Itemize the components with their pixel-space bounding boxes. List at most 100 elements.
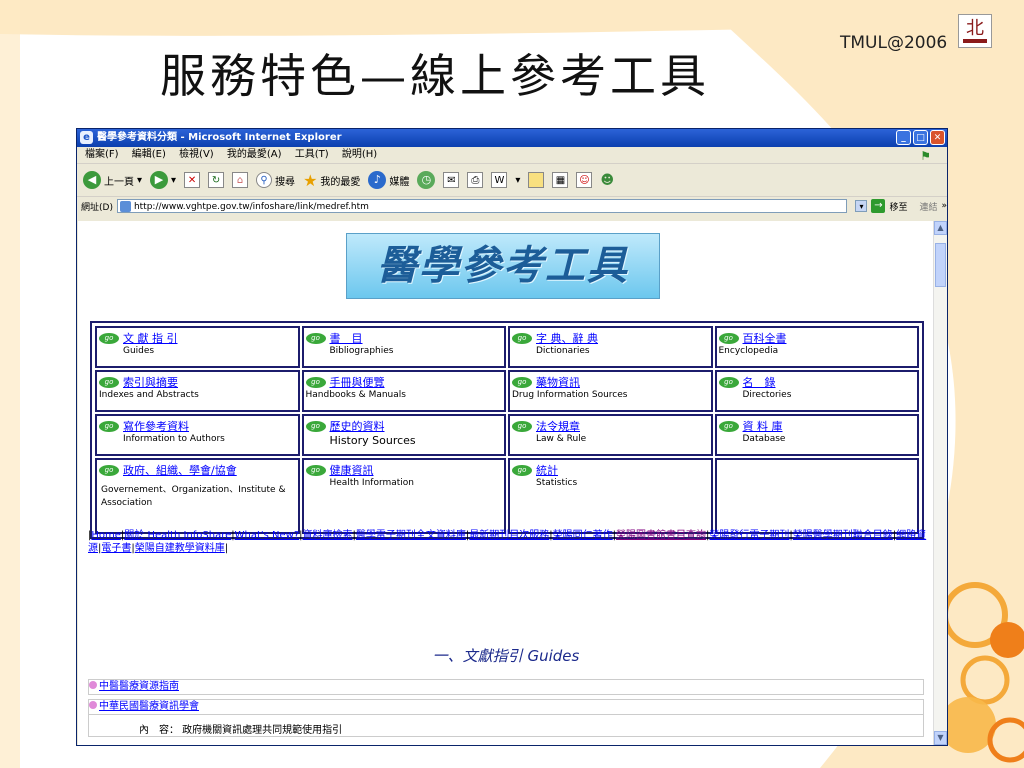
back-button[interactable]: ◀ 上一頁 ▾ <box>83 171 142 189</box>
nav-link-home[interactable]: Home <box>91 530 121 541</box>
ie-logo-icon: e <box>80 131 93 144</box>
refresh-icon[interactable]: ↻ <box>208 172 225 188</box>
category-link[interactable]: 百科全書 <box>743 330 787 346</box>
category-cell: go 書 目 Bibliographies <box>301 326 506 368</box>
title-bar: e 醫學參考資料分類 - Microsoft Internet Explorer… <box>77 129 947 147</box>
leaf-icon: go <box>718 332 739 344</box>
go-arrow-icon[interactable]: → <box>871 199 886 213</box>
scroll-up-icon[interactable]: ▲ <box>934 221 947 235</box>
category-link[interactable]: 文 獻 指 引 <box>123 330 178 346</box>
maximize-button[interactable]: □ <box>913 130 928 145</box>
toolbar-overflow-icon[interactable]: » <box>941 201 947 211</box>
mail-icon[interactable]: ✉ <box>443 172 460 188</box>
nav-link-teaching-database[interactable]: 榮陽自建教學資料庫 <box>135 543 225 554</box>
stop-icon[interactable]: ✕ <box>184 172 201 188</box>
nav-link-published-ejournals[interactable]: 榮陽發行電子期刊 <box>709 530 789 541</box>
home-icon[interactable]: ⌂ <box>232 172 249 188</box>
category-link[interactable]: 藥物資訊 <box>536 374 580 390</box>
leaf-icon: go <box>512 376 532 388</box>
leaf-icon: go <box>718 420 739 432</box>
category-cell: go 資 料 庫 Database <box>714 414 919 456</box>
category-link[interactable]: 書 目 <box>330 330 363 346</box>
bullet-icon <box>89 681 97 689</box>
go-button[interactable]: 移至 <box>889 200 907 213</box>
nav-link-library-catalog[interactable]: 榮陽圖書館書目查詢 <box>616 530 706 541</box>
library-logo-icon: 北 <box>958 14 992 48</box>
category-link[interactable]: 統計 <box>536 462 558 478</box>
category-link[interactable]: 手冊與便覽 <box>330 374 385 390</box>
address-dropdown-icon[interactable]: ▾ <box>855 200 868 212</box>
window-title: 醫學參考資料分類 - Microsoft Internet Explorer <box>97 132 342 143</box>
category-cell: go 文 獻 指 引 Guides <box>95 326 300 368</box>
menu-favorites[interactable]: 我的最愛(A) <box>227 149 282 160</box>
category-cell: go 名 錄 Directories <box>714 370 919 412</box>
search-button[interactable]: ⚲ 搜尋 <box>256 172 295 188</box>
menu-file[interactable]: 檔案(F) <box>85 149 119 160</box>
category-cell: go 百科全書 Encyclopedia <box>714 326 919 368</box>
leaf-icon: go <box>99 376 119 388</box>
scroll-down-icon[interactable]: ▼ <box>934 731 947 745</box>
forward-arrow-icon: ▶ <box>150 171 169 189</box>
media-button[interactable]: ♪ 媒體 <box>368 171 409 189</box>
leaf-icon: go <box>512 332 532 344</box>
category-link[interactable]: 索引與摘要 <box>123 374 178 390</box>
nav-link-ebooks[interactable]: 電子書 <box>101 543 131 554</box>
history-icon[interactable]: ◷ <box>417 171 436 189</box>
leaf-icon: go <box>305 464 326 476</box>
resource-link[interactable]: 中華民國醫療資訊學會 <box>99 701 199 712</box>
forward-button[interactable]: ▶ ▾ <box>150 171 176 189</box>
category-link[interactable]: 寫作參考資料 <box>123 418 189 434</box>
category-link[interactable]: 名 錄 <box>743 374 776 390</box>
nav-link-toc-service[interactable]: 最新期刊目次服務 <box>469 530 549 541</box>
category-link[interactable]: 健康資訊 <box>330 462 374 478</box>
scroll-thumb[interactable] <box>935 243 946 287</box>
menu-edit[interactable]: 編輯(E) <box>132 149 166 160</box>
menu-help[interactable]: 說明(H) <box>342 149 377 160</box>
category-link[interactable]: 法令規章 <box>536 418 580 434</box>
nav-link-whats-new[interactable]: What's New? <box>235 530 300 541</box>
nav-link-staff-works[interactable]: 榮陽同仁著作 <box>553 530 613 541</box>
favorites-button[interactable]: ★ 我的最愛 <box>303 171 360 190</box>
category-cell: go 法令規章 Law & Rule <box>508 414 713 456</box>
messenger-icon[interactable]: ☺ <box>576 172 593 188</box>
list-item: 中華民國醫療資訊學會 <box>88 699 924 715</box>
category-cell: go 歷史的資料 History Sources <box>301 414 506 456</box>
brand-text: TMUL@2006 <box>840 33 948 53</box>
nav-link-ejournals[interactable]: 醫學電子期刊全文資料庫 <box>356 530 466 541</box>
folder-icon[interactable] <box>528 172 545 188</box>
bullet-icon <box>89 701 97 709</box>
leaf-icon: go <box>99 464 119 476</box>
windows-flag-icon: ⚑ <box>920 149 931 163</box>
nav-link-database-search[interactable]: 資料庫檢索 <box>303 530 353 541</box>
menu-view[interactable]: 檢視(V) <box>179 149 214 160</box>
category-cell: go 字 典、辭 典 Dictionaries <box>508 326 713 368</box>
slide-title: 服務特色—線上參考工具 <box>160 49 710 103</box>
address-input[interactable]: http://www.vghtpe.gov.tw/infoshare/link/… <box>116 199 848 213</box>
nav-link-union-catalog[interactable]: 榮陽醫學期刊聯合目錄 <box>793 530 893 541</box>
category-link[interactable]: 資 料 庫 <box>743 418 783 434</box>
category-link[interactable]: 政府、組織、學會/協會 <box>123 462 237 478</box>
leaf-icon: go <box>99 420 119 432</box>
browser-window: e 醫學參考資料分類 - Microsoft Internet Explorer… <box>76 128 948 746</box>
print-icon[interactable]: ⎙ <box>467 172 484 188</box>
address-bar: 網址(D) http://www.vghtpe.gov.tw/infoshare… <box>77 197 947 215</box>
menu-tools[interactable]: 工具(T) <box>295 149 329 160</box>
users-icon[interactable]: ☻ <box>600 173 614 188</box>
empty-cell <box>714 458 919 534</box>
edit-icon[interactable]: W <box>491 172 508 188</box>
leaf-icon: go <box>512 420 532 432</box>
leaf-icon: go <box>718 376 739 388</box>
resource-link[interactable]: 中醫醫療資源指南 <box>99 681 179 692</box>
minimize-button[interactable]: _ <box>896 130 911 145</box>
back-arrow-icon: ◀ <box>83 171 101 189</box>
nav-link-about[interactable]: 關於 Health InfoShare <box>124 530 231 541</box>
vertical-scrollbar[interactable]: ▲ ▼ <box>933 221 947 745</box>
links-button[interactable]: 連結 <box>919 200 937 213</box>
category-link[interactable]: 字 典、辭 典 <box>536 330 598 346</box>
category-link[interactable]: 歷史的資料 <box>330 418 385 434</box>
section-heading: 一、文獻指引 Guides <box>432 647 580 665</box>
leaf-icon: go <box>305 332 326 344</box>
page-icon <box>119 201 131 212</box>
research-icon[interactable]: ▦ <box>552 172 569 188</box>
close-button[interactable]: ✕ <box>930 130 945 145</box>
